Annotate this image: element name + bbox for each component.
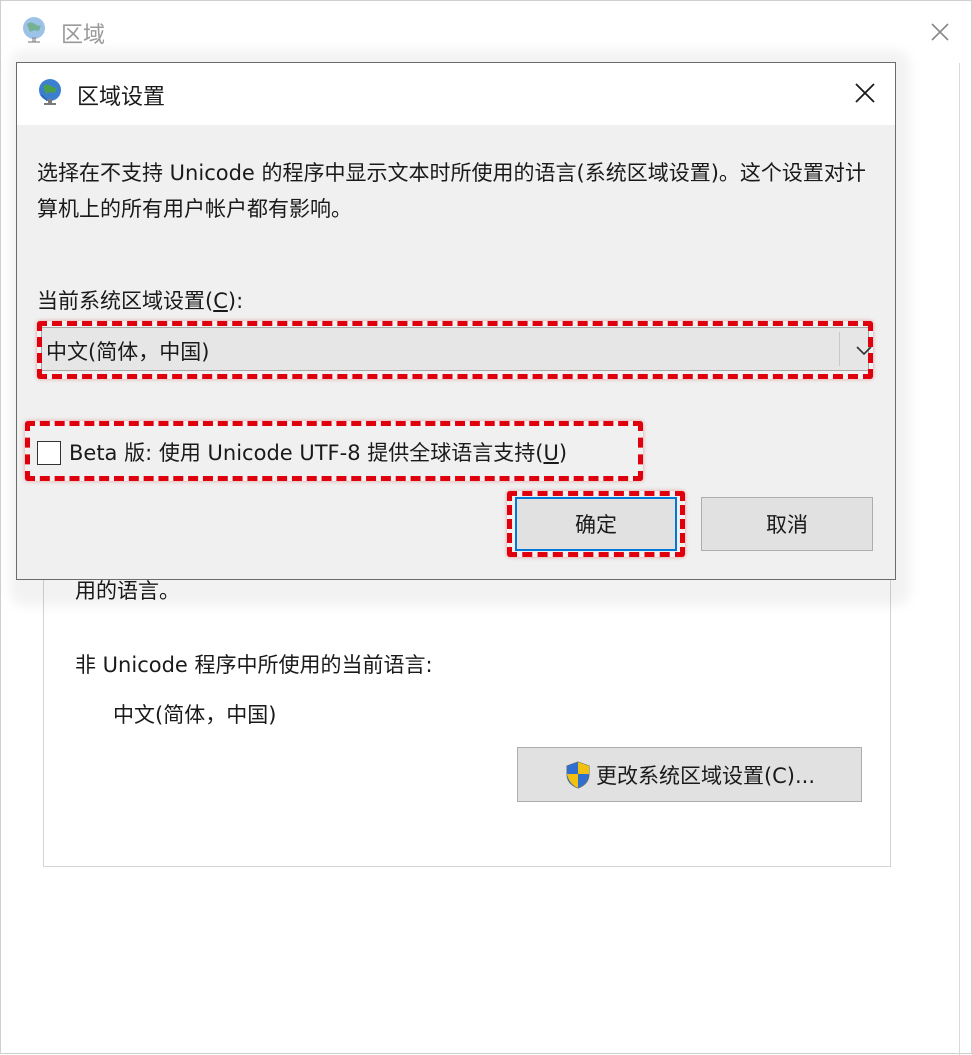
beta-utf8-checkbox[interactable] bbox=[37, 441, 61, 465]
shield-icon bbox=[566, 760, 590, 789]
dialog-title: 区域设置 bbox=[77, 85, 166, 110]
region-settings-dialog: 区域设置 选择在不支持 Unicode 的程序中显示文本时所使用的语言(系统区域… bbox=[16, 62, 896, 580]
current-language-label: 非 Unicode 程序中所使用的当前语言: bbox=[75, 653, 433, 677]
current-language-value: 中文(简体，中国) bbox=[113, 703, 277, 727]
cancel-button[interactable]: 取消 bbox=[701, 497, 873, 551]
globe-icon bbox=[23, 17, 45, 43]
close-icon[interactable] bbox=[851, 79, 879, 107]
chevron-down-icon[interactable] bbox=[854, 342, 874, 358]
region-window-title: 区域 bbox=[61, 23, 106, 48]
system-locale-select[interactable]: 中文(简体，中国) bbox=[41, 327, 872, 371]
dialog-titlebar: 区域设置 bbox=[17, 63, 895, 125]
globe-icon bbox=[39, 79, 61, 105]
dialog-description: 选择在不支持 Unicode 的程序中显示文本时所使用的语言(系统区域设置)。这… bbox=[37, 161, 866, 221]
current-locale-label-suffix: ): bbox=[227, 289, 244, 313]
current-locale-label-text: 当前系统区域设置( bbox=[37, 289, 214, 313]
close-icon[interactable] bbox=[927, 19, 953, 45]
ok-button[interactable]: 确定 bbox=[515, 497, 677, 551]
current-locale-label: 当前系统区域设置(C): bbox=[37, 285, 243, 315]
change-system-locale-label: 更改系统区域设置(C)... bbox=[595, 763, 816, 788]
select-separator bbox=[839, 332, 840, 366]
beta-utf8-label-suffix: ) bbox=[558, 441, 568, 465]
beta-utf8-label[interactable]: Beta 版: 使用 Unicode UTF-8 提供全球语言支持(U) bbox=[69, 437, 567, 467]
beta-utf8-label-text: Beta 版: 使用 Unicode UTF-8 提供全球语言支持( bbox=[69, 441, 544, 465]
window-edge bbox=[959, 63, 960, 1055]
current-locale-label-accesskey: C bbox=[213, 289, 228, 313]
system-locale-selected-value: 中文(简体，中国) bbox=[46, 340, 210, 364]
change-system-locale-button[interactable]: 更改系统区域设置(C)... bbox=[517, 747, 862, 802]
beta-utf8-label-accesskey: U bbox=[543, 441, 559, 465]
